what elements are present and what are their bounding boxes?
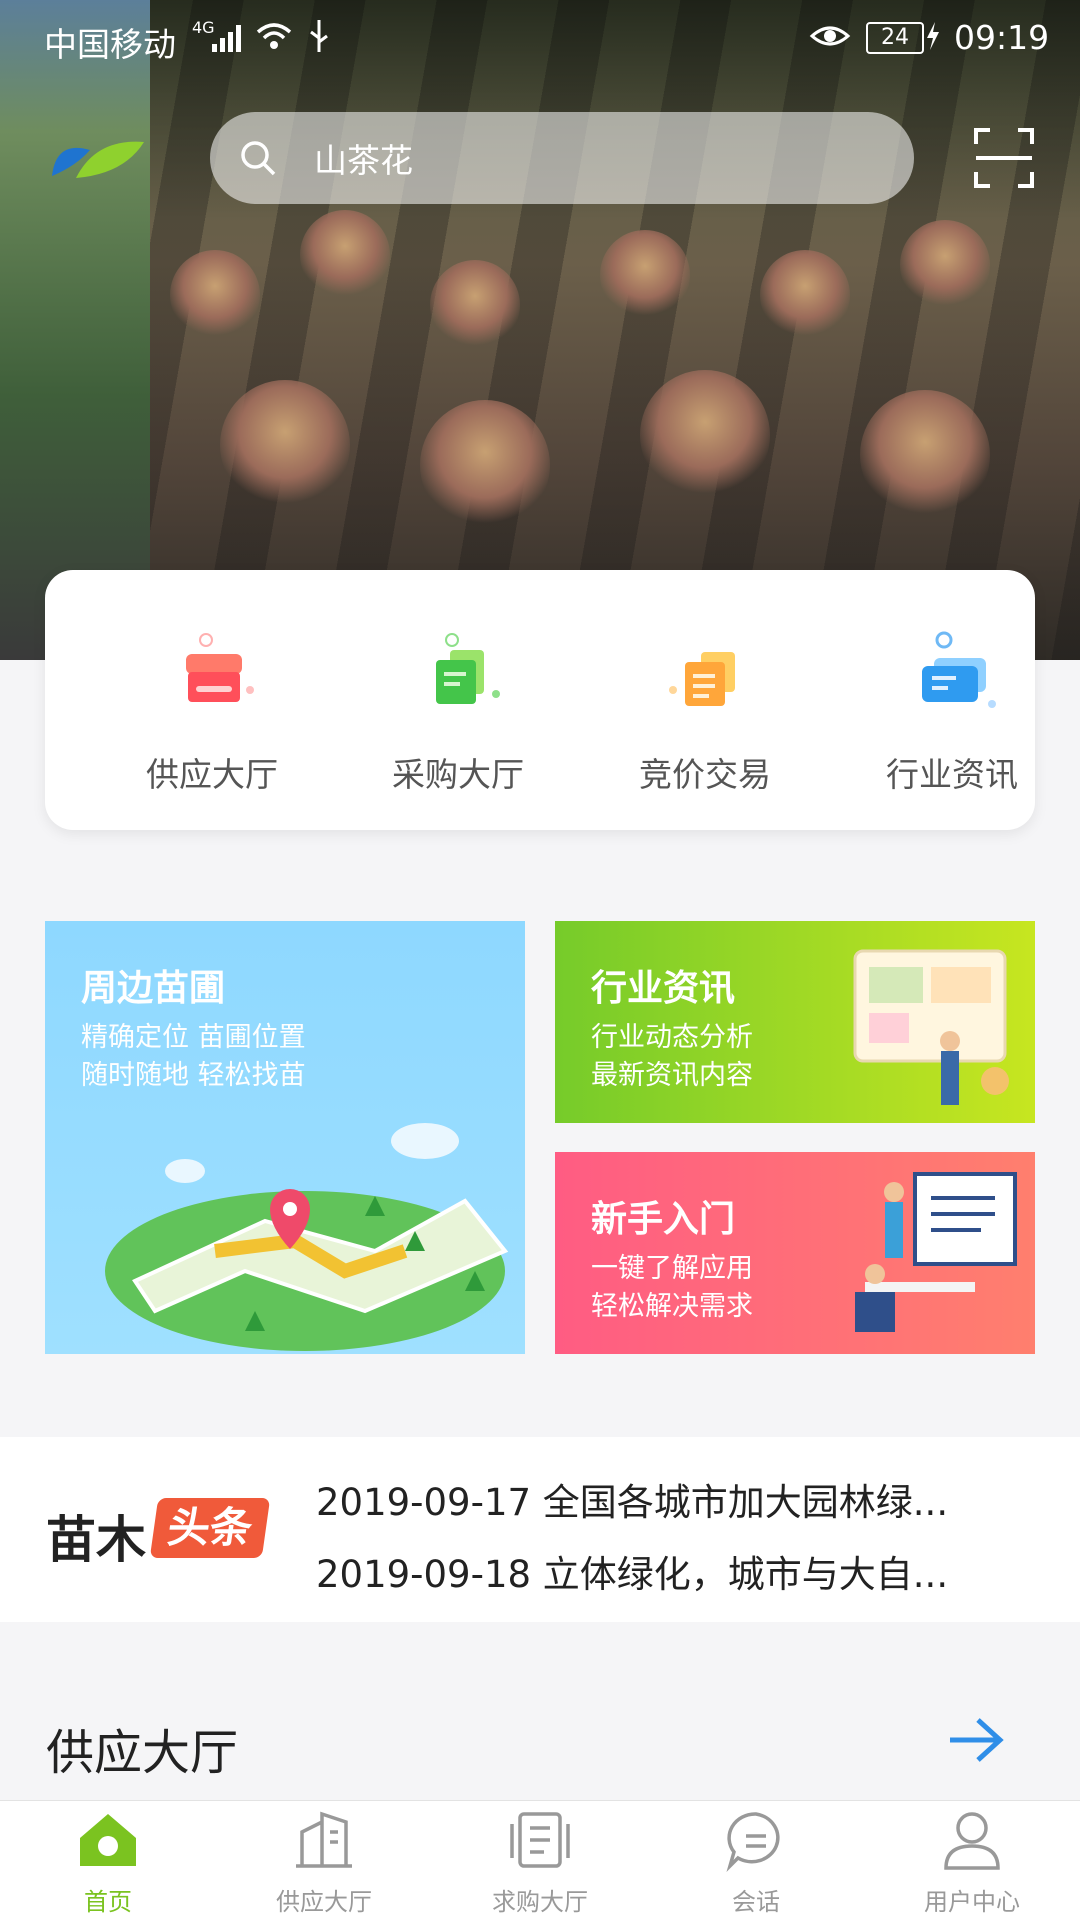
classroom-illustration	[855, 1172, 1017, 1332]
home-icon	[80, 1814, 136, 1866]
plant-pot	[430, 260, 520, 350]
plant-pot	[420, 400, 550, 530]
quick-action-bidding[interactable]: 竞价交易	[615, 630, 795, 796]
eye-comfort-icon	[809, 26, 851, 46]
headline-item[interactable]: 2019-09-18 立体绿化，城市与大自...	[316, 1544, 1006, 1598]
plant-pot	[600, 230, 690, 320]
quick-action-label: 采购大厅	[392, 755, 524, 794]
bidding-icon	[669, 652, 735, 706]
clock: 09:19	[954, 18, 1050, 57]
arrow-right-icon[interactable]	[946, 1712, 1006, 1768]
banner-side-image	[0, 0, 150, 660]
promo-title: 行业资讯	[591, 968, 736, 1009]
charging-icon	[927, 22, 939, 50]
purchase-hall-icon	[436, 633, 500, 704]
section-title: 供应大厅	[46, 1725, 239, 1781]
headline-text: 全国各城市加大园林绿...	[542, 1481, 949, 1524]
map-illustration	[105, 1123, 509, 1351]
promo-nearby-nursery[interactable]: 周边苗圃 精确定位 苗圃位置 随时随地 轻松找苗	[45, 921, 525, 1354]
quick-actions-card: 供应大厅 采购大厅 竞价交易 行业资讯	[45, 570, 1035, 830]
search-icon	[241, 141, 276, 176]
promo-title: 周边苗圃	[81, 968, 226, 1009]
tab-purchase-hall[interactable]: 求购大厅	[432, 1808, 648, 1917]
wifi-icon	[256, 23, 292, 49]
battery-level: 24	[866, 22, 924, 54]
tab-label: 会话	[732, 1888, 780, 1916]
quick-action-purchase-hall[interactable]: 采购大厅	[368, 630, 548, 796]
signal-icon	[212, 25, 241, 52]
headlines-logo-badge: 头条	[149, 1498, 271, 1558]
app-logo	[52, 141, 144, 178]
building-icon	[296, 1811, 352, 1868]
quick-action-industry-news[interactable]: 行业资讯	[862, 630, 1042, 796]
tab-label: 供应大厅	[276, 1888, 372, 1916]
tab-label: 首页	[84, 1888, 132, 1916]
carrier-name: 中国移动	[44, 25, 176, 64]
quick-action-label: 供应大厅	[146, 755, 278, 794]
quick-action-supply-hall[interactable]: 供应大厅	[122, 630, 302, 796]
plant-pot	[760, 250, 850, 340]
promo-subtitle: 一键了解应用	[591, 1253, 753, 1284]
industry-news-icon	[922, 631, 996, 708]
plant-pot	[900, 220, 990, 310]
tab-home[interactable]: 首页	[0, 1808, 216, 1917]
hero-banner[interactable]	[0, 0, 1080, 660]
promo-beginner-guide[interactable]: 新手入门 一键了解应用 轻松解决需求	[555, 1152, 1035, 1354]
headlines-logo-text: 苗木	[46, 1511, 146, 1569]
headline-text: 立体绿化，城市与大自...	[542, 1553, 949, 1596]
search-input[interactable]: 山茶花	[314, 134, 413, 182]
plant-pot	[170, 250, 260, 340]
promo-subtitle: 精确定位 苗圃位置	[81, 1022, 306, 1053]
promo-industry-news[interactable]: 行业资讯 行业动态分析 最新资讯内容	[555, 921, 1035, 1123]
usb-icon	[310, 20, 328, 52]
plant-pot	[300, 210, 390, 300]
supply-hall-icon	[186, 633, 254, 702]
document-list-icon	[510, 1812, 570, 1868]
news-board-illustration	[853, 949, 1009, 1105]
promo-subtitle: 轻松解决需求	[591, 1291, 753, 1322]
plant-pot	[220, 380, 350, 510]
quick-action-label: 行业资讯	[886, 755, 1018, 794]
plant-pot	[640, 370, 770, 500]
tab-user-center[interactable]: 用户中心	[864, 1808, 1080, 1917]
chat-bubble-icon	[726, 1812, 780, 1873]
quick-action-label: 竞价交易	[639, 755, 771, 794]
promo-title: 新手入门	[591, 1199, 736, 1240]
tab-label: 用户中心	[924, 1888, 1020, 1916]
promo-subtitle: 行业动态分析	[591, 1022, 753, 1053]
promo-subtitle: 最新资讯内容	[591, 1060, 753, 1091]
tab-label: 求购大厅	[492, 1888, 588, 1916]
scan-icon[interactable]	[972, 126, 1036, 190]
headline-date: 2019-09-18	[316, 1553, 532, 1596]
headline-item[interactable]: 2019-09-17 全国各城市加大园林绿...	[316, 1472, 1006, 1526]
headline-date: 2019-09-17	[316, 1481, 532, 1524]
tab-chat[interactable]: 会话	[648, 1808, 864, 1917]
tab-supply-hall[interactable]: 供应大厅	[216, 1808, 432, 1917]
plant-pot	[860, 390, 990, 520]
promo-subtitle: 随时随地 轻松找苗	[81, 1060, 306, 1091]
user-icon	[944, 1812, 1000, 1870]
